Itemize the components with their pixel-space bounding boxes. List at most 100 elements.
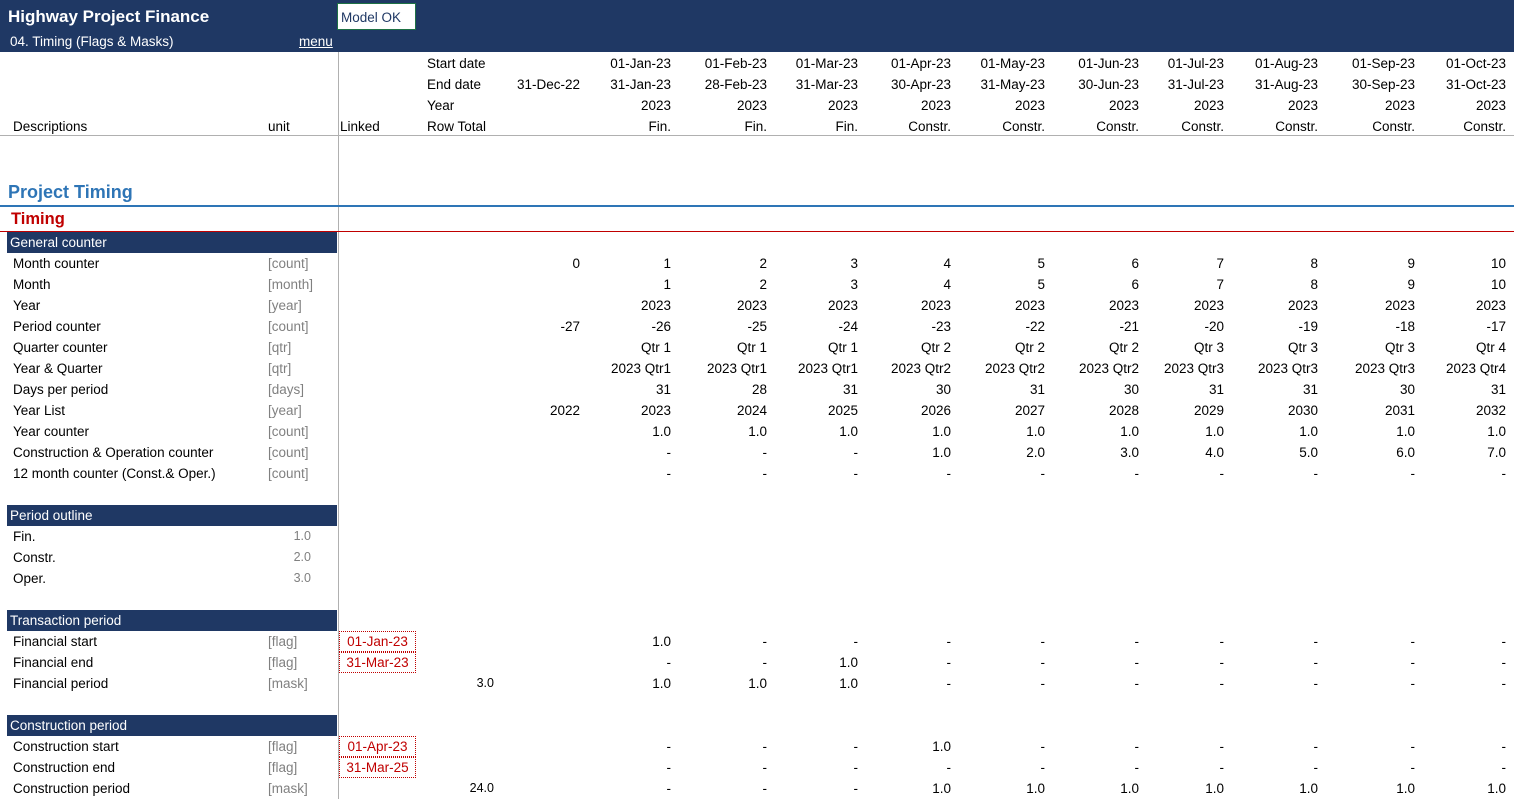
row-label: Financial period <box>13 676 109 691</box>
cell-value: 10 <box>1490 277 1506 292</box>
cell-value: 1 <box>663 256 671 271</box>
row-unit: [mask] <box>268 676 308 691</box>
row-unit: [qtr] <box>268 340 292 355</box>
cell-value: 31 <box>655 382 671 397</box>
cell-value: - <box>666 445 672 460</box>
cell-value: 2023 <box>640 298 671 313</box>
row-label: Construction period <box>13 781 131 796</box>
subsection-title: Timing <box>11 210 65 228</box>
row-label: Days per period <box>13 382 109 397</box>
row-label: Year List <box>13 403 66 418</box>
start-date-label: Start date <box>427 56 486 71</box>
cell-value: 2023 <box>1475 298 1506 313</box>
period-start-date: 01-Aug-23 <box>1254 56 1318 71</box>
cell-value: 2032 <box>1475 403 1506 418</box>
cell-value: 1.0 <box>1299 781 1318 796</box>
cell-value: 2030 <box>1287 403 1318 418</box>
cell-value: 8 <box>1310 256 1318 271</box>
row-unit: [count] <box>268 424 309 439</box>
linked-header: Linked <box>340 119 380 134</box>
row-unit: [year] <box>268 298 302 313</box>
cell-value: 2023 Qtr3 <box>1257 361 1318 376</box>
row-unit: [flag] <box>268 739 298 754</box>
group-title: General counter <box>10 235 107 250</box>
cell-value: - <box>666 466 672 481</box>
group-title: Period outline <box>10 508 93 523</box>
cell-value: - <box>666 760 672 775</box>
row-label: Construction end <box>13 760 116 775</box>
row-unit: [year] <box>268 403 302 418</box>
cell-value: - <box>1501 466 1507 481</box>
cell-value: -17 <box>1486 319 1506 334</box>
row-label: Month <box>13 277 51 292</box>
cell-value: 2023 <box>1287 298 1318 313</box>
cell-value: - <box>1313 739 1319 754</box>
descriptions-header: Descriptions <box>13 119 88 134</box>
cell-value: 7.0 <box>1487 445 1506 460</box>
cell-value: -26 <box>651 319 671 334</box>
row-unit: [month] <box>268 277 314 292</box>
row-label: Financial end <box>13 655 94 670</box>
period-start-date: 01-Jan-23 <box>610 56 671 71</box>
row-unit: [flag] <box>268 760 298 775</box>
cell-value: - <box>1501 634 1507 649</box>
period-start-date: 01-Oct-23 <box>1445 56 1506 71</box>
period-phase: Constr. <box>1463 119 1506 134</box>
row-unit: [count] <box>268 319 309 334</box>
linked-date-input[interactable]: 31-Mar-25 <box>339 757 416 778</box>
cell-value: - <box>1501 760 1507 775</box>
row-label: Constr. <box>13 550 56 565</box>
cell-value: 1.0 <box>652 676 671 691</box>
cell-value: 1.0 <box>652 424 671 439</box>
row-unit: 3.0 <box>293 571 311 585</box>
row-label: Construction & Operation counter <box>13 445 214 460</box>
row-total-label: Row Total <box>427 119 487 134</box>
row-total: 24.0 <box>469 781 494 795</box>
linked-date-input[interactable]: 01-Jan-23 <box>339 631 416 652</box>
period-end-date: 31-Jan-23 <box>610 77 671 92</box>
row-label: Quarter counter <box>13 340 108 355</box>
period-year: 2023 <box>1475 98 1506 113</box>
cell-value: 8 <box>1310 277 1318 292</box>
cell-value: 1.0 <box>652 634 671 649</box>
cell-value: 31 <box>1490 382 1506 397</box>
row-unit: [days] <box>268 382 305 397</box>
row-unit: 2.0 <box>293 550 311 564</box>
cell-value: 2023 <box>640 403 671 418</box>
cell-value: - <box>1313 676 1319 691</box>
row-unit: [qtr] <box>268 361 292 376</box>
row-label: 12 month counter (Const.& Oper.) <box>13 466 216 481</box>
cell-value: - <box>1313 466 1319 481</box>
cell-value: - <box>1501 739 1507 754</box>
menu-link[interactable]: menu <box>299 34 333 49</box>
cell-value: 2023 Qtr1 <box>610 361 671 376</box>
period-phase: Fin. <box>648 119 671 134</box>
cell-value: - <box>1313 655 1319 670</box>
period-year: 2023 <box>1287 98 1318 113</box>
row-label: Year & Quarter <box>13 361 103 376</box>
end-date-label: End date <box>427 77 482 92</box>
section-underline <box>0 205 1514 207</box>
row-label: Month counter <box>13 256 100 271</box>
linked-date-input[interactable]: 31-Mar-23 <box>339 652 416 673</box>
cell-value: Qtr 3 <box>1287 340 1318 355</box>
group-title: Construction period <box>10 718 128 733</box>
group-title: Transaction period <box>10 613 122 628</box>
row-total: 3.0 <box>476 676 494 690</box>
linked-date-input[interactable]: 01-Apr-23 <box>339 736 416 757</box>
period-end-date: 31-Oct-23 <box>1445 77 1506 92</box>
row-label: Year <box>13 298 41 313</box>
model-status: Model OK <box>341 10 402 25</box>
cell-value: 1 <box>663 277 671 292</box>
title-bar <box>0 0 1514 52</box>
cell-value: -19 <box>1298 319 1318 334</box>
unit-header: unit <box>268 119 290 134</box>
section-title: Project Timing <box>8 182 133 202</box>
app-title: Highway Project Finance <box>8 7 210 26</box>
row-unit: [count] <box>268 466 309 481</box>
cell-value: - <box>666 655 672 670</box>
row-label: Oper. <box>13 571 47 586</box>
row-label: Fin. <box>13 529 36 544</box>
cell-value: 2023 Qtr4 <box>1445 361 1506 376</box>
year-label: Year <box>427 98 455 113</box>
